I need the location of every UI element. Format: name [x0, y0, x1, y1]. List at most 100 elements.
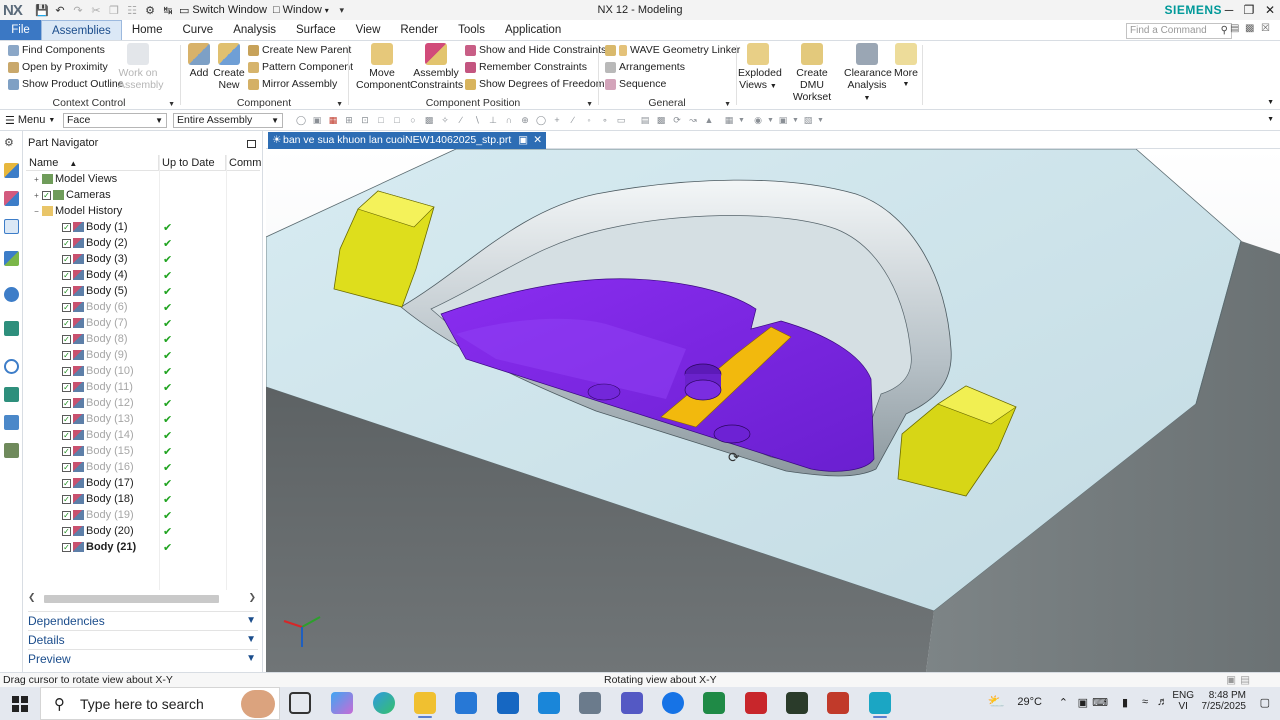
ribbon-options-icon[interactable]: ▤ [1230, 23, 1239, 34]
graphics-viewport[interactable]: ⟳ [266, 149, 1280, 672]
close-tab-icon[interactable]: ✕ [533, 132, 542, 149]
system-scenes-icon[interactable] [4, 443, 19, 458]
chevron-down-icon[interactable]: ▼ [766, 113, 775, 128]
work-on-assembly-button[interactable]: Work on Assembly [118, 43, 164, 91]
snap-tangent-icon[interactable]: ∕ [565, 113, 581, 128]
command-finder-input[interactable]: Find a Command ⚲ [1126, 23, 1232, 39]
create-new-button[interactable]: Create New [212, 43, 246, 91]
horizontal-scrollbar[interactable]: ❮ ❯ [28, 592, 258, 605]
select-box-icon[interactable]: ▣ [309, 113, 325, 128]
snap-arc-icon[interactable]: ∩ [501, 113, 517, 128]
file-explorer-icon[interactable] [414, 692, 436, 718]
assembly-constraints-button[interactable]: Assembly Constraints [410, 43, 463, 91]
snap-point-icon[interactable]: ∘ [597, 113, 613, 128]
redo-icon[interactable]: ↷ [69, 1, 87, 19]
tree-row[interactable]: ✓ Body (7) ✔ [26, 315, 260, 331]
language-indicator[interactable]: ENG VI [1172, 690, 1194, 712]
tree-row[interactable]: − Model History [26, 203, 260, 219]
visibility-checkbox[interactable]: ✓ [62, 334, 71, 344]
visibility-checkbox[interactable]: ✓ [62, 286, 71, 296]
tree-row[interactable]: ✓ Body (18) ✔ [26, 491, 260, 507]
tree-row[interactable]: ✓ Body (14) ✔ [26, 427, 260, 443]
preview-panel[interactable]: Preview ▼ [28, 649, 258, 667]
snap-intersection-icon[interactable]: + [549, 113, 565, 128]
weather-icon[interactable]: ⛅ [988, 693, 1005, 710]
visibility-checkbox[interactable]: ✓ [62, 222, 71, 232]
usb-icon[interactable]: ⌨ [1092, 696, 1108, 709]
tab-surface[interactable]: Surface [286, 20, 346, 40]
chevron-down-icon[interactable]: ▼ [586, 101, 593, 108]
tree-row[interactable]: ✓ Body (8) ✔ [26, 331, 260, 347]
solid-body-icon[interactable]: ▩ [421, 113, 437, 128]
visibility-checkbox[interactable]: ✓ [62, 398, 71, 408]
snap-view-icon[interactable]: ▲ [701, 113, 717, 128]
tab-view[interactable]: View [346, 20, 391, 40]
expand-icon[interactable]: + [32, 175, 41, 184]
tab-analysis[interactable]: Analysis [223, 20, 286, 40]
catia-icon[interactable] [786, 692, 808, 714]
selection-scope-dropdown[interactable]: Entire Assembly ▼ [173, 112, 283, 128]
menu-button[interactable]: ☰ Menu ▼ [5, 114, 57, 127]
assembly-navigator-icon[interactable] [4, 163, 19, 178]
tree-row[interactable]: ✓ Body (15) ✔ [26, 443, 260, 459]
tree-row[interactable]: ✓ Body (1) ✔ [26, 219, 260, 235]
undo-icon[interactable]: ↶ [51, 1, 69, 19]
copilot-icon[interactable] [331, 692, 353, 714]
tree-row[interactable]: ✓ Body (3) ✔ [26, 251, 260, 267]
constraint-navigator-icon[interactable] [4, 191, 19, 206]
find-components-button[interactable]: Find Components [8, 44, 105, 56]
visibility-checkbox[interactable]: ✓ [62, 350, 71, 360]
show-degrees-of-freedom-button[interactable]: Show Degrees of Freedom [465, 78, 604, 90]
powerpoint-icon[interactable] [827, 692, 849, 714]
visibility-checkbox[interactable]: ✓ [62, 270, 71, 280]
shaded-icon[interactable]: ▣ [775, 113, 791, 128]
restore-icon[interactable]: ▩ [1245, 23, 1254, 34]
visibility-checkbox[interactable]: ✓ [62, 510, 71, 520]
tree-row[interactable]: ✓ Body (4) ✔ [26, 267, 260, 283]
snap-quadrant-icon[interactable]: ◯ [533, 113, 549, 128]
visibility-checkbox[interactable]: ✓ [62, 414, 71, 424]
store-icon[interactable] [455, 692, 477, 714]
visibility-checkbox[interactable]: ✓ [62, 542, 71, 552]
tree-row[interactable]: ✓ Body (12) ✔ [26, 395, 260, 411]
visibility-checkbox[interactable]: ✓ [62, 302, 71, 312]
tree-row[interactable]: ✓ Body (16) ✔ [26, 459, 260, 475]
tab-assemblies[interactable]: Assemblies [41, 20, 122, 40]
pattern-component-button[interactable]: Pattern Component [248, 61, 353, 73]
open-by-proximity-button[interactable]: Open by Proximity [8, 61, 108, 73]
body-select-icon[interactable]: □ [373, 113, 389, 128]
taskbar-search[interactable]: ⚲ Type here to search [40, 687, 280, 720]
layer-icon[interactable]: ▩ [653, 113, 669, 128]
visibility-checkbox[interactable]: ✓ [62, 366, 71, 376]
lasso-select-icon[interactable]: ○ [405, 113, 421, 128]
collapse-icon[interactable]: − [32, 207, 41, 216]
visibility-checkbox[interactable]: ✓ [62, 462, 71, 472]
show-hide-constraints-button[interactable]: Show and Hide Constraints [465, 44, 606, 56]
close-icon[interactable]: ☒ [1261, 23, 1270, 34]
visibility-checkbox[interactable]: ✓ [62, 430, 71, 440]
start-button[interactable] [0, 687, 40, 720]
more-button[interactable]: More ▼ [892, 43, 920, 91]
add-component-button[interactable]: Add [186, 43, 212, 79]
select-filter-icon[interactable]: ▦ [325, 113, 341, 128]
arrangements-button[interactable]: Arrangements [605, 61, 685, 73]
chevron-down-icon[interactable]: ▼ [816, 113, 825, 128]
column-up-to-date[interactable]: Up to Date [159, 155, 226, 171]
notification-icon[interactable]: ▢ [1260, 696, 1270, 709]
tree-row[interactable]: ✓ Body (20) ✔ [26, 523, 260, 539]
chevron-down-icon[interactable]: ▼ [724, 101, 731, 108]
meet-now-icon[interactable]: ▣ [1078, 696, 1088, 709]
visibility-checkbox[interactable]: ✓ [62, 526, 71, 536]
tree-row[interactable]: + Model Views [26, 171, 260, 187]
toolbar-overflow-icon[interactable]: ▼ [1267, 116, 1274, 123]
minimize-button[interactable]: ─ [1219, 0, 1239, 20]
details-panel[interactable]: Details ▼ [28, 630, 258, 648]
snap-end-icon[interactable]: ∖ [469, 113, 485, 128]
outlook-icon[interactable] [497, 692, 519, 714]
tab-application[interactable]: Application [495, 20, 571, 40]
wave-geometry-linker-button[interactable]: WAVE Geometry Linker [605, 44, 740, 56]
part-navigator-icon[interactable] [4, 219, 19, 234]
visibility-checkbox[interactable]: ✓ [62, 494, 71, 504]
visibility-checkbox[interactable]: ✓ [62, 446, 71, 456]
sequence-button[interactable]: Sequence [605, 78, 666, 90]
